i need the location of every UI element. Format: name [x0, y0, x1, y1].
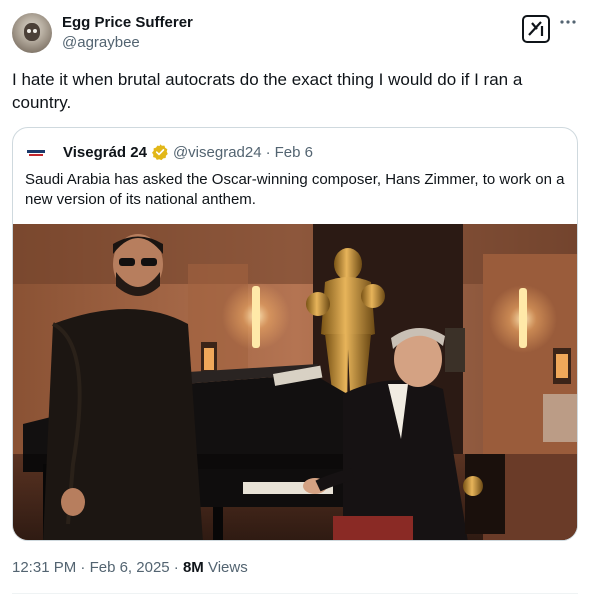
gold-verified-badge-icon — [151, 143, 169, 161]
quoted-tweet-text: Saudi Arabia has asked the Oscar-winning… — [25, 171, 565, 208]
quote-separator: · — [265, 143, 271, 161]
quoted-tweet-photo[interactable] — [13, 224, 577, 540]
quote-author-handle[interactable]: @visegrad24 — [173, 144, 262, 161]
tweet-metadata: 12:31 PM · Feb 6, 2025 · 8M Views — [12, 558, 248, 578]
tweet-date[interactable]: Feb 6, 2025 — [90, 559, 170, 576]
views-count[interactable]: 8M — [183, 559, 204, 576]
divider — [12, 593, 578, 594]
grok-button[interactable] — [522, 15, 550, 43]
quoted-tweet-header: Visegrád 24 @visegrad24 · Feb 6 — [25, 141, 313, 163]
tweet-text: I hate it when brutal autocrats do the e… — [12, 70, 523, 112]
cat-eye-right — [33, 29, 37, 33]
meta-separator: · — [80, 559, 86, 576]
views-label: Views — [207, 559, 248, 576]
more-dots-icon — [560, 20, 576, 24]
tweet-time[interactable]: 12:31 PM — [12, 559, 76, 576]
avatar-logo-stripe — [29, 154, 43, 156]
meta-separator: · — [173, 559, 179, 576]
author-display-name[interactable]: Egg Price Sufferer — [62, 13, 193, 33]
grok-icon — [528, 21, 544, 36]
photo-scene — [13, 224, 577, 540]
author-handle[interactable]: @agraybee — [62, 33, 140, 53]
quote-author-avatar[interactable] — [25, 141, 47, 163]
cat-eye-left — [27, 29, 31, 33]
quote-date[interactable]: Feb 6 — [275, 144, 313, 161]
quote-author-name[interactable]: Visegrád 24 — [63, 144, 147, 161]
quoted-tweet-card[interactable]: Visegrád 24 @visegrad24 · Feb 6 Saudi Ar… — [12, 127, 578, 541]
avatar-logo-bar — [27, 150, 45, 153]
more-options-button[interactable] — [556, 12, 580, 36]
author-avatar[interactable] — [12, 13, 52, 53]
